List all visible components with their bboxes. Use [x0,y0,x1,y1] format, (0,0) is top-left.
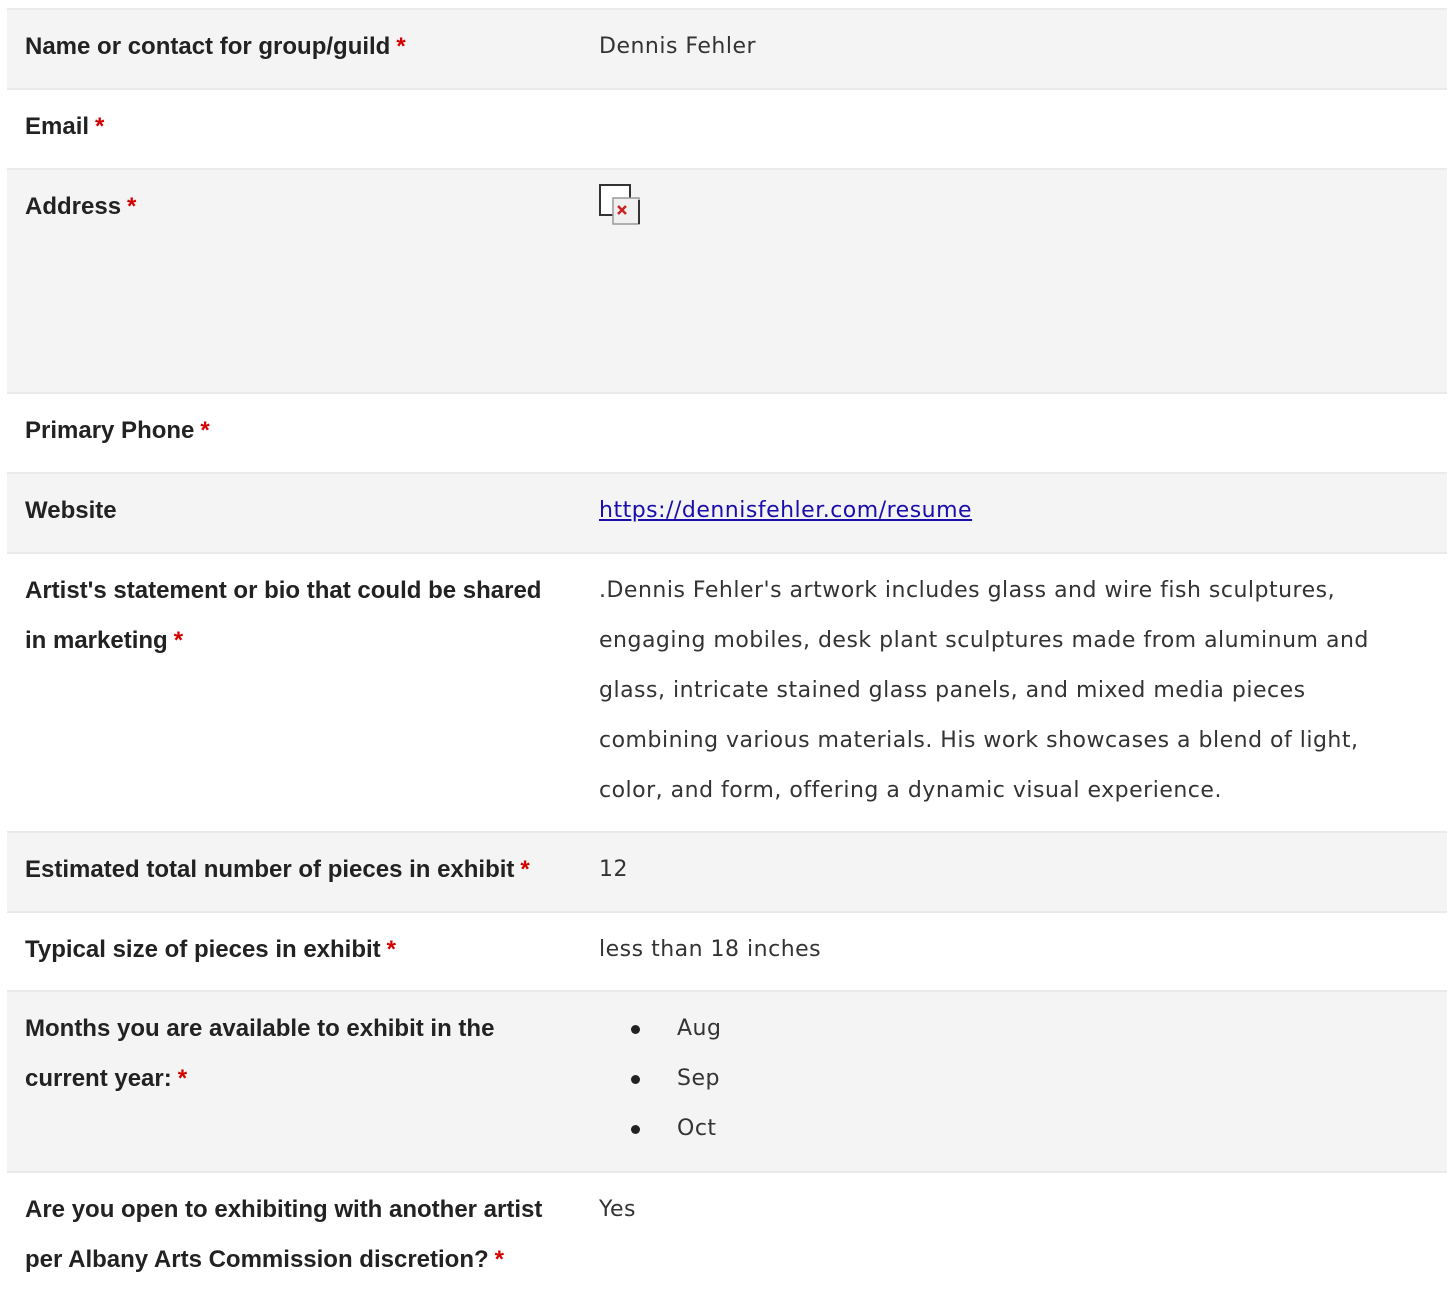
field-label-text: Name or contact for group/guild [25,33,391,60]
field-label-text: Website [25,497,117,524]
field-label: Months you are available to exhibit in t… [7,991,581,1172]
field-row-phone: Primary Phone * [7,393,1447,473]
required-asterisk: * [494,1246,504,1273]
size-value: less than 18 inches [599,937,822,962]
field-label-text: Address [25,193,122,220]
field-value [581,393,1447,473]
broken-image-icon [599,184,641,226]
field-label: Website [7,473,581,553]
entry-table: Name or contact for group/guild * Dennis … [7,8,1447,1292]
required-asterisk: * [95,113,105,140]
field-value: .Dennis Fehler's artwork includes glass … [581,553,1447,832]
field-value: Aug Sep Oct [581,991,1447,1172]
field-row-website: Website https://dennisfehler.com/resume [7,473,1447,553]
field-label: Address * [7,169,581,393]
field-label: Primary Phone * [7,393,581,473]
field-label: Estimated total number of pieces in exhi… [7,832,581,912]
field-value [581,89,1447,169]
pieces-value: 12 [599,857,628,882]
field-value: Yes [581,1172,1447,1292]
required-asterisk: * [520,856,530,883]
required-asterisk: * [127,193,137,220]
months-list: Aug Sep Oct [599,1004,1427,1154]
field-row-bio: Artist's statement or bio that could be … [7,553,1447,832]
list-item: Aug [631,1004,1427,1054]
required-asterisk: * [386,936,397,963]
field-label: Typical size of pieces in exhibit * [7,912,581,991]
field-label-text: Primary Phone [25,417,195,444]
field-row-name: Name or contact for group/guild * Dennis … [7,9,1447,89]
field-label: Name or contact for group/guild * [7,9,581,89]
shared-exhibit-value: Yes [599,1197,637,1222]
field-label-text: Artist's statement or bio that could be … [25,577,542,654]
name-value: Dennis Fehler [599,34,757,59]
field-value: 12 [581,832,1447,912]
bio-text: .Dennis Fehler's artwork includes glass … [599,578,1369,803]
field-label: Are you open to exhibiting with another … [7,1172,581,1292]
field-value [581,169,1447,393]
website-link[interactable]: https://dennisfehler.com/resume [599,498,972,523]
field-row-pieces: Estimated total number of pieces in exhi… [7,832,1447,912]
field-value: Dennis Fehler [581,9,1447,89]
required-asterisk: * [396,33,406,60]
field-label-text: Months you are available to exhibit in t… [25,1015,495,1092]
required-asterisk: * [177,1065,188,1092]
list-item: Oct [631,1104,1427,1154]
field-row-size: Typical size of pieces in exhibit * less … [7,912,1447,991]
field-label-text: Typical size of pieces in exhibit [25,936,381,963]
field-label-text: Estimated total number of pieces in exhi… [25,856,515,883]
field-value: less than 18 inches [581,912,1447,991]
field-label-text: Email [25,113,90,140]
field-row-address: Address * [7,169,1447,393]
field-row-months: Months you are available to exhibit in t… [7,991,1447,1172]
field-label-text: Are you open to exhibiting with another … [25,1196,543,1273]
entry-details: Name or contact for group/guild * Dennis … [7,8,1447,1292]
required-asterisk: * [200,417,210,444]
field-value: https://dennisfehler.com/resume [581,473,1447,553]
required-asterisk: * [173,627,184,654]
field-row-email: Email * [7,89,1447,169]
field-row-shared-exhibit: Are you open to exhibiting with another … [7,1172,1447,1292]
field-label: Artist's statement or bio that could be … [7,553,581,832]
field-label: Email * [7,89,581,169]
list-item: Sep [631,1054,1427,1104]
